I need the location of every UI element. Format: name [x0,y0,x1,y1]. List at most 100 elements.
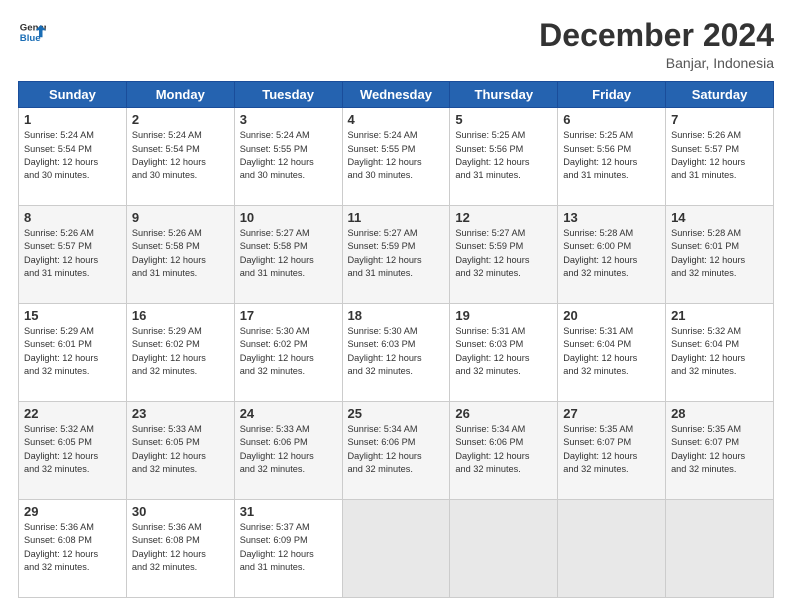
day-number: 14 [671,210,768,225]
day-number: 13 [563,210,660,225]
day-number: 10 [240,210,337,225]
title-area: December 2024 Banjar, Indonesia [539,18,774,71]
day-info: Sunrise: 5:28 AM Sunset: 6:01 PM Dayligh… [671,227,768,280]
table-row [666,500,774,598]
day-number: 5 [455,112,552,127]
table-row: 5 Sunrise: 5:25 AM Sunset: 5:56 PM Daylig… [450,108,558,206]
table-row: 12 Sunrise: 5:27 AM Sunset: 5:59 PM Dayli… [450,206,558,304]
day-number: 28 [671,406,768,421]
day-info: Sunrise: 5:26 AM Sunset: 5:58 PM Dayligh… [132,227,229,280]
calendar-header-row: Sunday Monday Tuesday Wednesday Thursday… [19,82,774,108]
table-row: 7 Sunrise: 5:26 AM Sunset: 5:57 PM Daylig… [666,108,774,206]
day-number: 8 [24,210,121,225]
day-info: Sunrise: 5:27 AM Sunset: 5:58 PM Dayligh… [240,227,337,280]
table-row: 1Sunrise: 5:24 AM Sunset: 5:54 PM Daylig… [19,108,127,206]
day-number: 22 [24,406,121,421]
table-row: 20Sunrise: 5:31 AM Sunset: 6:04 PM Dayli… [558,304,666,402]
table-row: 19 Sunrise: 5:31 AM Sunset: 6:03 PM Dayli… [450,304,558,402]
table-row: 23 Sunrise: 5:33 AM Sunset: 6:05 PM Dayli… [126,402,234,500]
table-row: 10 Sunrise: 5:27 AM Sunset: 5:58 PM Dayli… [234,206,342,304]
table-row: 14 Sunrise: 5:28 AM Sunset: 6:01 PM Dayli… [666,206,774,304]
calendar-week-1: 8Sunrise: 5:26 AM Sunset: 5:57 PM Daylig… [19,206,774,304]
day-info: Sunrise: 5:31 AM Sunset: 6:04 PM Dayligh… [563,325,660,378]
day-info: Sunrise: 5:35 AM Sunset: 6:07 PM Dayligh… [563,423,660,476]
day-info: Sunrise: 5:25 AM Sunset: 5:56 PM Dayligh… [563,129,660,182]
page: General Blue December 2024 Banjar, Indon… [0,0,792,612]
day-info: Sunrise: 5:31 AM Sunset: 6:03 PM Dayligh… [455,325,552,378]
day-number: 24 [240,406,337,421]
day-number: 7 [671,112,768,127]
table-row: 31 Sunrise: 5:37 AM Sunset: 6:09 PM Dayli… [234,500,342,598]
table-row [450,500,558,598]
table-row: 4Sunrise: 5:24 AM Sunset: 5:55 PM Daylig… [342,108,450,206]
day-info: Sunrise: 5:36 AM Sunset: 6:08 PM Dayligh… [24,521,121,574]
table-row: 29Sunrise: 5:36 AM Sunset: 6:08 PM Dayli… [19,500,127,598]
table-row: 27 Sunrise: 5:35 AM Sunset: 6:07 PM Dayli… [558,402,666,500]
header-wednesday: Wednesday [342,82,450,108]
day-number: 25 [348,406,445,421]
day-info: Sunrise: 5:24 AM Sunset: 5:55 PM Dayligh… [240,129,337,182]
day-info: Sunrise: 5:27 AM Sunset: 5:59 PM Dayligh… [348,227,445,280]
calendar-week-2: 15 Sunrise: 5:29 AM Sunset: 6:01 PM Dayli… [19,304,774,402]
day-number: 27 [563,406,660,421]
table-row: 25 Sunrise: 5:34 AM Sunset: 6:06 PM Dayli… [342,402,450,500]
table-row: 28Sunrise: 5:35 AM Sunset: 6:07 PM Dayli… [666,402,774,500]
day-info: Sunrise: 5:24 AM Sunset: 5:54 PM Dayligh… [132,129,229,182]
table-row: 21Sunrise: 5:32 AM Sunset: 6:04 PM Dayli… [666,304,774,402]
day-info: Sunrise: 5:34 AM Sunset: 6:06 PM Dayligh… [348,423,445,476]
table-row: 9 Sunrise: 5:26 AM Sunset: 5:58 PM Daylig… [126,206,234,304]
svg-text:Blue: Blue [20,33,41,44]
header-sunday: Sunday [19,82,127,108]
day-info: Sunrise: 5:33 AM Sunset: 6:05 PM Dayligh… [132,423,229,476]
logo: General Blue [18,18,46,46]
table-row: 6Sunrise: 5:25 AM Sunset: 5:56 PM Daylig… [558,108,666,206]
day-number: 11 [348,210,445,225]
day-number: 16 [132,308,229,323]
calendar-week-4: 29Sunrise: 5:36 AM Sunset: 6:08 PM Dayli… [19,500,774,598]
day-number: 4 [348,112,445,127]
table-row: 30Sunrise: 5:36 AM Sunset: 6:08 PM Dayli… [126,500,234,598]
day-info: Sunrise: 5:27 AM Sunset: 5:59 PM Dayligh… [455,227,552,280]
day-number: 12 [455,210,552,225]
table-row: 16 Sunrise: 5:29 AM Sunset: 6:02 PM Dayli… [126,304,234,402]
day-info: Sunrise: 5:29 AM Sunset: 6:02 PM Dayligh… [132,325,229,378]
logo-icon: General Blue [18,18,46,46]
table-row: 24 Sunrise: 5:33 AM Sunset: 6:06 PM Dayli… [234,402,342,500]
month-title: December 2024 [539,18,774,53]
day-number: 18 [348,308,445,323]
day-number: 30 [132,504,229,519]
day-number: 31 [240,504,337,519]
header-thursday: Thursday [450,82,558,108]
day-number: 17 [240,308,337,323]
calendar-week-0: 1Sunrise: 5:24 AM Sunset: 5:54 PM Daylig… [19,108,774,206]
day-info: Sunrise: 5:25 AM Sunset: 5:56 PM Dayligh… [455,129,552,182]
header-saturday: Saturday [666,82,774,108]
table-row: 17Sunrise: 5:30 AM Sunset: 6:02 PM Dayli… [234,304,342,402]
header-tuesday: Tuesday [234,82,342,108]
day-info: Sunrise: 5:33 AM Sunset: 6:06 PM Dayligh… [240,423,337,476]
day-info: Sunrise: 5:30 AM Sunset: 6:03 PM Dayligh… [348,325,445,378]
day-number: 9 [132,210,229,225]
day-info: Sunrise: 5:26 AM Sunset: 5:57 PM Dayligh… [671,129,768,182]
table-row: 3Sunrise: 5:24 AM Sunset: 5:55 PM Daylig… [234,108,342,206]
table-row: 18 Sunrise: 5:30 AM Sunset: 6:03 PM Dayli… [342,304,450,402]
day-info: Sunrise: 5:34 AM Sunset: 6:06 PM Dayligh… [455,423,552,476]
header-friday: Friday [558,82,666,108]
table-row: 2Sunrise: 5:24 AM Sunset: 5:54 PM Daylig… [126,108,234,206]
day-number: 15 [24,308,121,323]
table-row: 13 Sunrise: 5:28 AM Sunset: 6:00 PM Dayli… [558,206,666,304]
day-info: Sunrise: 5:37 AM Sunset: 6:09 PM Dayligh… [240,521,337,574]
calendar-week-3: 22 Sunrise: 5:32 AM Sunset: 6:05 PM Dayli… [19,402,774,500]
table-row: 8Sunrise: 5:26 AM Sunset: 5:57 PM Daylig… [19,206,127,304]
day-info: Sunrise: 5:32 AM Sunset: 6:05 PM Dayligh… [24,423,121,476]
day-number: 23 [132,406,229,421]
table-row: 15 Sunrise: 5:29 AM Sunset: 6:01 PM Dayli… [19,304,127,402]
table-row [342,500,450,598]
table-row: 22 Sunrise: 5:32 AM Sunset: 6:05 PM Dayli… [19,402,127,500]
day-info: Sunrise: 5:29 AM Sunset: 6:01 PM Dayligh… [24,325,121,378]
day-info: Sunrise: 5:24 AM Sunset: 5:54 PM Dayligh… [24,129,121,182]
day-info: Sunrise: 5:32 AM Sunset: 6:04 PM Dayligh… [671,325,768,378]
day-number: 26 [455,406,552,421]
day-info: Sunrise: 5:28 AM Sunset: 6:00 PM Dayligh… [563,227,660,280]
day-number: 19 [455,308,552,323]
